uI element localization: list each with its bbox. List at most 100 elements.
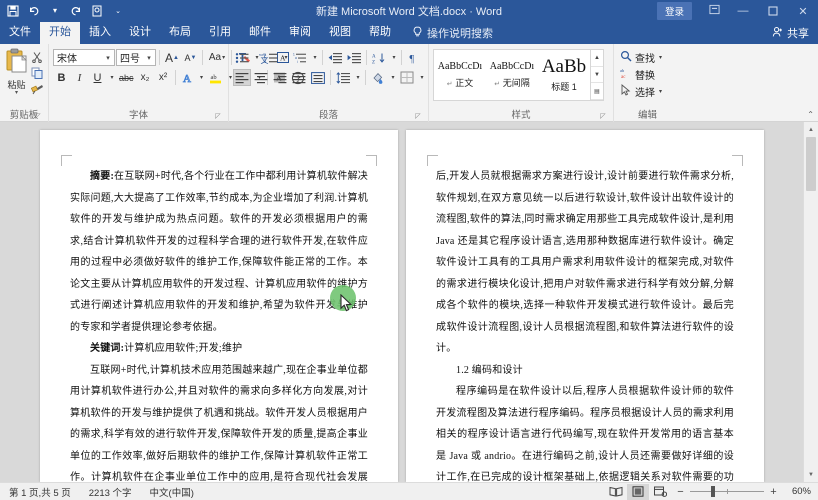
language-status[interactable]: 中文(中国): [141, 485, 203, 499]
format-painter-icon[interactable]: [30, 82, 44, 96]
styles-dialog-launcher[interactable]: ◸: [599, 113, 607, 121]
zoom-level-label[interactable]: 60%: [783, 486, 811, 497]
italic-button[interactable]: I: [71, 69, 88, 86]
tab-review[interactable]: 审阅: [280, 22, 320, 44]
strikethrough-button[interactable]: abc: [117, 69, 136, 86]
scroll-down-arrow[interactable]: ▼: [804, 467, 818, 482]
tab-references[interactable]: 引用: [200, 22, 240, 44]
font-name-combo[interactable]: 宋体 ▾: [53, 49, 115, 66]
multilevel-list-icon[interactable]: 1ai: [291, 49, 309, 66]
zoom-out-button[interactable]: −: [676, 486, 685, 498]
subscript-button[interactable]: x₂: [137, 69, 154, 86]
minimize-button[interactable]: —: [728, 0, 758, 22]
bullets-icon[interactable]: [233, 49, 251, 66]
styles-scroll-down-icon[interactable]: ▼: [591, 67, 603, 84]
text-effects-dropdown-arrow[interactable]: ▾: [197, 69, 206, 86]
distribute-icon[interactable]: [309, 69, 327, 86]
paste-button[interactable]: 粘贴 ▾: [4, 47, 29, 96]
scroll-track[interactable]: [804, 137, 818, 467]
numbering-icon[interactable]: 123: [262, 49, 280, 66]
page-right[interactable]: 后,开发人员就根据需求方案进行设计,设计前要进行软件需求分析,软件规划,在双方意…: [406, 130, 764, 482]
underline-dropdown-arrow[interactable]: ▾: [107, 69, 116, 86]
zoom-slider[interactable]: [690, 491, 764, 492]
borders-dropdown-arrow[interactable]: ▾: [417, 69, 426, 86]
customize-qat-icon[interactable]: ⌄: [111, 4, 125, 18]
tab-design[interactable]: 设计: [120, 22, 160, 44]
styles-more-icon[interactable]: ▤: [591, 83, 603, 100]
copy-icon[interactable]: [30, 66, 44, 80]
save-icon[interactable]: [6, 4, 20, 18]
collapse-ribbon-button[interactable]: ⌃: [807, 110, 814, 119]
print-layout-button[interactable]: [627, 484, 649, 500]
grow-font-button[interactable]: A▲: [163, 49, 181, 66]
cut-icon[interactable]: [30, 50, 44, 64]
multilevel-dropdown-arrow[interactable]: ▾: [310, 49, 319, 66]
bullets-dropdown-arrow[interactable]: ▾: [252, 49, 261, 66]
tab-view[interactable]: 视图: [320, 22, 360, 44]
read-mode-button[interactable]: [605, 484, 627, 500]
line-spacing-icon[interactable]: [334, 69, 352, 86]
tab-file[interactable]: 文件: [0, 22, 40, 44]
scroll-up-arrow[interactable]: ▲: [804, 122, 818, 137]
numbering-dropdown-arrow[interactable]: ▾: [281, 49, 290, 66]
tab-layout[interactable]: 布局: [160, 22, 200, 44]
zoom-in-button[interactable]: +: [769, 486, 778, 498]
sign-in-button[interactable]: 登录: [657, 2, 692, 20]
scroll-thumb[interactable]: [806, 137, 816, 191]
redo-icon[interactable]: ▾: [48, 4, 62, 18]
superscript-button[interactable]: x²: [155, 69, 172, 86]
tab-mailings[interactable]: 邮件: [240, 22, 280, 44]
find-dropdown-arrow[interactable]: ▾: [659, 54, 662, 61]
close-button[interactable]: ✕: [788, 0, 818, 22]
vertical-scrollbar[interactable]: ▲ ▼: [803, 122, 818, 482]
tell-me-search[interactable]: 操作说明搜索: [412, 22, 493, 44]
select-button[interactable]: 选择 ▾: [618, 83, 664, 99]
paragraph-dialog-launcher[interactable]: ◸: [414, 113, 422, 121]
highlight-color-icon[interactable]: ab: [207, 69, 225, 86]
line-spacing-dropdown-arrow[interactable]: ▾: [353, 69, 362, 86]
web-layout-button[interactable]: [649, 484, 671, 500]
decrease-indent-icon[interactable]: [326, 49, 344, 66]
increase-indent-icon[interactable]: [345, 49, 363, 66]
paste-dropdown-arrow[interactable]: ▾: [15, 91, 18, 96]
font-size-combo[interactable]: 四号 ▾: [116, 49, 156, 66]
divider: [330, 70, 331, 85]
share-button[interactable]: 共享: [772, 22, 818, 44]
style-item-heading-1[interactable]: AaBb 标题 1: [538, 50, 590, 100]
sort-dropdown-arrow[interactable]: ▾: [389, 49, 398, 66]
bold-button[interactable]: B: [53, 69, 70, 86]
align-right-icon[interactable]: [271, 69, 289, 86]
maximize-button[interactable]: [758, 0, 788, 22]
show-formatting-marks-icon[interactable]: ¶: [405, 49, 422, 66]
redo-circle-icon[interactable]: [69, 4, 83, 18]
select-dropdown-arrow[interactable]: ▾: [659, 88, 662, 95]
sort-icon[interactable]: AZ: [370, 49, 388, 66]
tab-help[interactable]: 帮助: [360, 22, 400, 44]
align-center-icon[interactable]: [252, 69, 270, 86]
shading-dropdown-arrow[interactable]: ▾: [388, 69, 397, 86]
clipboard-dialog-launcher[interactable]: ◸: [34, 113, 42, 121]
justify-icon[interactable]: [290, 69, 308, 86]
print-preview-icon[interactable]: [90, 4, 104, 18]
replace-button[interactable]: abac 替换: [618, 66, 657, 82]
style-item-no-spacing[interactable]: AaBbCcDı ↵ 无间隔: [486, 50, 538, 100]
change-case-button[interactable]: Aa▾: [206, 49, 228, 66]
styles-scroll-up-icon[interactable]: ▲: [591, 50, 603, 67]
page-number-status[interactable]: 第 1 页,共 5 页: [0, 485, 80, 499]
font-dialog-launcher[interactable]: ◸: [214, 113, 222, 121]
align-left-icon[interactable]: [233, 69, 251, 86]
word-count-status[interactable]: 2213 个字: [80, 485, 141, 499]
shrink-font-button[interactable]: A▼: [182, 49, 199, 66]
find-button[interactable]: 查找 ▾: [618, 49, 664, 65]
tab-home[interactable]: 开始: [40, 22, 80, 44]
page-left[interactable]: 摘要:在互联网+时代,各个行业在工作中都利用计算机软件解决实际问题,大大提高了工…: [40, 130, 398, 482]
shading-icon[interactable]: [369, 69, 387, 86]
style-item-normal[interactable]: AaBbCcDı ↵ 正文: [434, 50, 486, 100]
zoom-slider-thumb[interactable]: [711, 486, 715, 497]
undo-icon[interactable]: [27, 4, 41, 18]
text-effects-icon[interactable]: A: [179, 69, 196, 86]
underline-button[interactable]: U: [89, 69, 106, 86]
tab-insert[interactable]: 插入: [80, 22, 120, 44]
borders-icon[interactable]: [398, 69, 416, 86]
ribbon-display-options-icon[interactable]: [700, 4, 728, 18]
